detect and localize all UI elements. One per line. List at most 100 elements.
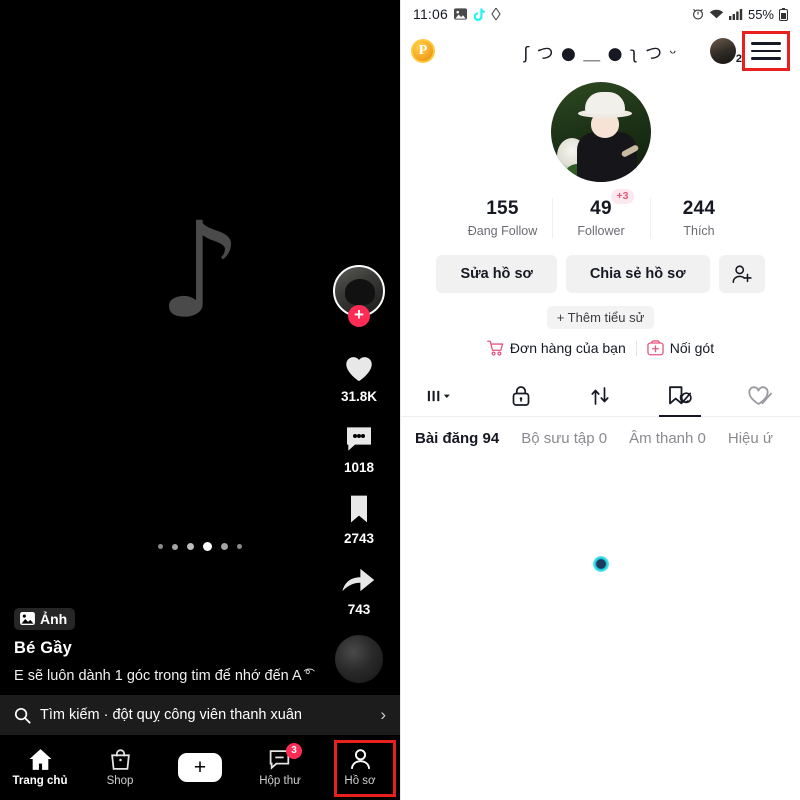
comment-button[interactable]: 1018: [339, 418, 379, 475]
share-profile-button[interactable]: Chia sẻ hồ sơ: [565, 255, 710, 293]
photo-badge-label: Ảnh: [40, 610, 68, 627]
nav-label-home: Trang chủ: [12, 775, 68, 787]
post-caption-block: Ảnh Bé Gầy E sẽ luôn dành 1 góc trong ti…: [14, 607, 314, 687]
screenshot-icon: [454, 8, 467, 20]
add-bio-row: + Thêm tiểu sử: [401, 306, 800, 329]
tab-grid-dropdown[interactable]: [401, 375, 481, 416]
lock-icon: [511, 385, 531, 407]
stat-following[interactable]: 155 Đang Follow: [454, 198, 552, 238]
status-bar: 11:06 55%: [401, 0, 800, 28]
profile-header: P ʃ つ ● ＿ ● ʅ つ ᵕ 2: [401, 28, 800, 74]
follow-plus-icon[interactable]: +: [348, 305, 370, 327]
heart-hidden-icon: [747, 385, 773, 407]
following-count: 155: [486, 198, 519, 219]
stat-likes[interactable]: 244 Thích: [649, 198, 748, 238]
add-friend-button[interactable]: [718, 255, 765, 293]
cart-icon: [487, 340, 504, 356]
shop-bag-icon: [109, 748, 132, 771]
profile-links-row: Đơn hàng của bạn Nối gót: [401, 340, 800, 356]
account-switcher-avatar[interactable]: 2: [710, 38, 742, 65]
bookmark-icon: [339, 489, 379, 529]
following-label: Đang Follow: [467, 224, 538, 238]
search-icon: [14, 707, 31, 724]
profile-sub-tabs: Bài đăng 94 Bộ sưu tập 0 Âm thanh 0 Hiệu…: [401, 417, 800, 459]
like-button[interactable]: 31.8K: [339, 347, 379, 404]
follow-steps-link[interactable]: Nối gót: [647, 340, 714, 356]
search-suggestion-text: Tìm kiếm · đột quỵ công viên thanh xuân: [40, 707, 302, 723]
profile-tab-highlight-box: [334, 740, 396, 797]
comment-icon: [339, 418, 379, 458]
post-author-name[interactable]: Bé Gầy: [14, 639, 314, 658]
nav-item-inbox[interactable]: 3 Hộp thư: [240, 735, 320, 800]
share-arrow-icon: [339, 560, 379, 600]
add-bio-button[interactable]: + Thêm tiểu sử: [546, 306, 655, 329]
action-rail: + 31.8K 1018 2743 743: [318, 265, 400, 683]
links-divider: [635, 340, 637, 356]
subtab-sounds[interactable]: Âm thanh 0: [629, 430, 706, 447]
nav-item-home[interactable]: Trang chủ: [0, 735, 80, 800]
signal-icon: [728, 8, 743, 20]
post-caption-text: E sẽ luôn dành 1 góc trong tim để nhớ đế…: [14, 667, 311, 684]
stat-followers[interactable]: +3 49 Follower: [551, 189, 650, 238]
nav-label-inbox: Hộp thư: [259, 775, 301, 787]
alarm-icon: [692, 8, 704, 20]
music-disc-icon[interactable]: [335, 635, 383, 683]
inbox-unread-badge: 3: [286, 743, 302, 759]
creator-avatar-button[interactable]: +: [333, 265, 385, 327]
followers-label: Follower: [577, 224, 625, 238]
profile-avatar[interactable]: [550, 82, 651, 182]
battery-icon: [779, 7, 788, 21]
orders-link[interactable]: Đơn hàng của bạn: [487, 340, 626, 356]
bookmark-hidden-icon: [667, 385, 693, 407]
points-coin-badge[interactable]: P: [411, 39, 435, 63]
add-box-icon: [647, 340, 664, 356]
follow-steps-label: Nối gót: [669, 340, 715, 356]
battery-percent: 55%: [747, 6, 774, 22]
heart-icon: [339, 347, 379, 387]
tab-private[interactable]: [481, 375, 561, 416]
profile-tab-icons: [401, 375, 800, 417]
carousel-dots: [0, 542, 400, 551]
share-count: 743: [347, 602, 371, 617]
subtab-collections[interactable]: Bộ sưu tập 0: [521, 430, 607, 447]
hamburger-menu-icon[interactable]: [751, 39, 781, 63]
followers-count: 49: [590, 198, 612, 219]
menu-highlight-box: [742, 31, 790, 71]
image-icon: [20, 612, 35, 626]
subtab-posts[interactable]: Bài đăng 94: [415, 430, 499, 447]
grid-dropdown-icon: [426, 387, 456, 405]
profile-content-area: [401, 459, 800, 759]
mini-avatar-image: [710, 38, 736, 64]
bookmark-button[interactable]: 2743: [339, 489, 379, 546]
two-screen-comparison: ♪ + 31.8K 1018 2743 743 Ảnh Bé Gầy E sẽ …: [0, 0, 800, 800]
share-button[interactable]: 743: [339, 560, 379, 617]
tab-repost[interactable]: [561, 375, 641, 416]
tiktok-profile-screen: 11:06 55% P ʃ つ ● ＿ ● ʅ つ ᵕ 2 155 Đang F…: [400, 0, 800, 800]
tiktok-app-icon: [473, 8, 485, 21]
likes-count: 244: [682, 198, 716, 219]
orders-link-label: Đơn hàng của bạn: [509, 340, 626, 356]
repost-icon: [590, 385, 610, 407]
status-time: 11:06: [413, 6, 448, 22]
nav-item-shop[interactable]: Shop: [80, 735, 160, 800]
tab-liked[interactable]: [720, 375, 800, 416]
nav-item-create[interactable]: +: [160, 735, 240, 800]
profile-stats: 155 Đang Follow +3 49 Follower 244 Thích: [401, 189, 800, 238]
likes-label: Thích: [683, 224, 715, 238]
edit-profile-button[interactable]: Sửa hồ sơ: [436, 255, 557, 293]
comment-count: 1018: [343, 460, 375, 475]
chevron-right-icon[interactable]: ›: [380, 705, 386, 725]
create-plus-icon[interactable]: +: [173, 753, 227, 782]
person-add-icon: [731, 264, 753, 284]
profile-action-buttons: Sửa hồ sơ Chia sẻ hồ sơ: [401, 255, 800, 293]
search-bar[interactable]: Tìm kiếm · đột quỵ công viên thanh xuân …: [0, 695, 400, 735]
profile-avatar-wrapper[interactable]: [401, 82, 800, 182]
tab-saved[interactable]: [640, 375, 720, 416]
loading-spinner: [592, 556, 609, 572]
home-icon: [28, 748, 53, 771]
diamond-icon: [491, 8, 501, 20]
new-followers-badge: +3: [610, 189, 635, 204]
nav-label-shop: Shop: [106, 775, 134, 787]
like-count: 31.8K: [340, 389, 378, 404]
subtab-effects[interactable]: Hiệu ứ: [728, 430, 773, 447]
